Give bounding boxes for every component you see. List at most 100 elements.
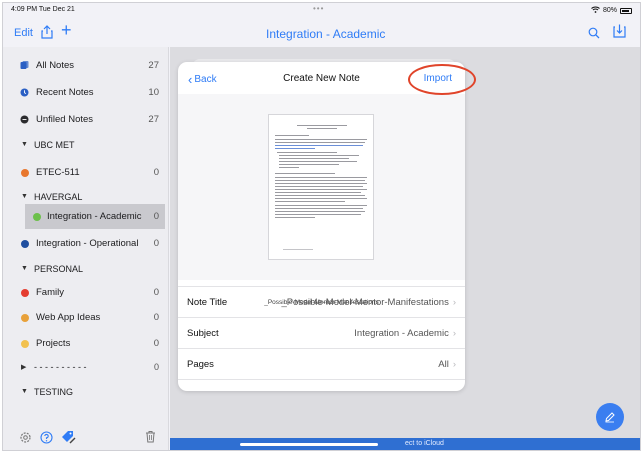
sidebar-item-web-app-ideas[interactable]: Web App Ideas 0	[3, 305, 169, 330]
thumbnail-line	[279, 167, 299, 168]
subject-row[interactable]: Subject Integration - Academic ›	[178, 317, 465, 347]
thumbnail-line	[307, 128, 337, 129]
sidebar-item-count: 0	[153, 362, 159, 372]
chevron-down-icon: ▼	[21, 265, 28, 272]
annotation-circle	[408, 64, 476, 95]
field-value: All	[438, 359, 449, 370]
clock-icon	[20, 88, 29, 97]
battery-percent: 80%	[602, 7, 617, 14]
thumbnail-line	[275, 201, 345, 202]
thumbnail-line	[275, 142, 365, 143]
thumbnail-footer-line	[283, 249, 313, 250]
share-icon[interactable]	[41, 25, 53, 44]
chevron-right-icon: ›	[452, 297, 456, 308]
add-note-button[interactable]: +	[61, 21, 72, 39]
multitasking-dots[interactable]: •••	[313, 4, 324, 13]
section-header-testing[interactable]: ▼ TESTING	[3, 380, 169, 405]
sidebar-item-unfiled-notes[interactable]: Unfiled Notes 27	[3, 107, 169, 132]
subject-color-dot	[33, 213, 41, 221]
sidebar-item-label: Integration - Operational	[36, 238, 139, 249]
sidebar-item-all-notes[interactable]: All Notes 27	[3, 53, 169, 78]
section-header-ubc-met[interactable]: ▼ UBC MET	[3, 133, 169, 158]
thumbnail-line	[279, 164, 339, 165]
trash-icon[interactable]	[145, 430, 156, 448]
section-label: HAVERGAL	[34, 192, 83, 202]
subject-color-dot	[21, 240, 29, 248]
create-note-sheet: ‹ Back Create New Note Import _Possible-…	[178, 62, 465, 391]
field-label: Pages	[187, 359, 214, 370]
sidebar-item-label: - - - - - - - - - -	[34, 362, 87, 372]
sidebar-item-projects[interactable]: Projects 0	[3, 331, 169, 356]
thumbnail-line	[275, 189, 367, 190]
chevron-down-icon: ▼	[21, 193, 28, 200]
sidebar-item-etec-511[interactable]: ETEC-511 0	[3, 160, 169, 185]
tag-edit-icon[interactable]	[61, 430, 76, 450]
sidebar-item-label: All Notes	[36, 60, 75, 71]
subject-color-dot	[21, 289, 29, 297]
compose-button[interactable]	[596, 403, 624, 431]
export-icon[interactable]	[613, 24, 626, 43]
thumbnail-line	[275, 217, 315, 218]
chevron-down-icon: ▼	[21, 141, 28, 148]
icloud-banner-text: ect to iCloud	[405, 440, 444, 447]
thumbnail-link-line	[275, 148, 315, 149]
battery-icon	[620, 7, 632, 14]
preview-area: _Possible-Model-Mentor-Manifestations	[178, 94, 465, 306]
wifi-icon	[591, 6, 600, 15]
note-title-row[interactable]: Note Title _Possible-Model-Mentor-Manife…	[178, 286, 465, 316]
subject-color-dot	[21, 169, 29, 177]
thumbnail-line	[277, 152, 337, 153]
chevron-down-icon: ▼	[21, 388, 28, 395]
notes-icon	[20, 61, 29, 70]
document-thumbnail[interactable]	[268, 114, 374, 260]
sidebar-item-integration-academic[interactable]: Integration - Academic 0	[25, 204, 165, 229]
thumbnail-line	[279, 155, 359, 156]
unfiled-icon	[20, 115, 29, 124]
thumbnail-line	[275, 198, 367, 199]
edit-button[interactable]: Edit	[14, 27, 33, 39]
subject-color-dot	[21, 340, 29, 348]
sidebar-item-label: Integration - Academic	[47, 211, 142, 222]
sidebar-item-count: 27	[148, 114, 159, 125]
pages-row[interactable]: Pages All ›	[178, 348, 465, 378]
thumbnail-line	[279, 158, 349, 159]
search-icon[interactable]	[588, 26, 600, 44]
sidebar-item-recent-notes[interactable]: Recent Notes 10	[3, 80, 169, 105]
section-label: UBC MET	[34, 140, 75, 150]
thumbnail-line	[275, 192, 361, 193]
thumbnail-line	[275, 214, 361, 215]
thumbnail-link-line	[275, 145, 363, 146]
gear-icon[interactable]	[19, 431, 32, 449]
sidebar-footer	[3, 424, 169, 450]
field-value: Integration - Academic	[354, 328, 449, 339]
thumbnail-line	[275, 180, 365, 181]
field-value-group: All ›	[438, 359, 456, 370]
sidebar-item-count: 0	[153, 238, 159, 249]
sidebar-item-divider[interactable]: ▶ - - - - - - - - - - 0	[3, 355, 169, 380]
sidebar-item-count: 0	[153, 167, 159, 178]
sidebar-item-count: 0	[153, 287, 159, 298]
sidebar-item-integration-operational[interactable]: Integration - Operational 0	[3, 231, 169, 256]
help-icon[interactable]	[40, 431, 53, 449]
sheet-bottom-divider	[178, 379, 465, 391]
sidebar-item-label: ETEC-511	[36, 167, 80, 178]
page-title: Integration - Academic	[266, 27, 386, 41]
field-value: _Possible-Model-Mentor-Manifestations	[281, 297, 449, 308]
thumbnail-line	[275, 139, 367, 140]
thumbnail-line	[275, 205, 367, 206]
icloud-banner[interactable]: ect to iCloud	[170, 438, 640, 450]
status-time: 4:09 PM Tue Dec 21	[11, 6, 75, 13]
thumbnail-line	[275, 173, 335, 174]
sidebar-item-count: 27	[148, 60, 159, 71]
sidebar-item-label: Unfiled Notes	[36, 114, 94, 125]
sidebar-item-label: Recent Notes	[36, 87, 94, 98]
section-header-personal[interactable]: ▼ PERSONAL	[3, 257, 169, 282]
thumbnail-line	[275, 186, 363, 187]
sidebar-item-count: 10	[148, 87, 159, 98]
thumbnail-line	[297, 125, 347, 126]
section-label: TESTING	[34, 387, 74, 397]
sidebar-item-label: Projects	[36, 338, 71, 349]
sidebar-item-label: Family	[36, 287, 64, 298]
thumbnail-line	[275, 183, 367, 184]
sidebar-item-family[interactable]: Family 0	[3, 280, 169, 305]
